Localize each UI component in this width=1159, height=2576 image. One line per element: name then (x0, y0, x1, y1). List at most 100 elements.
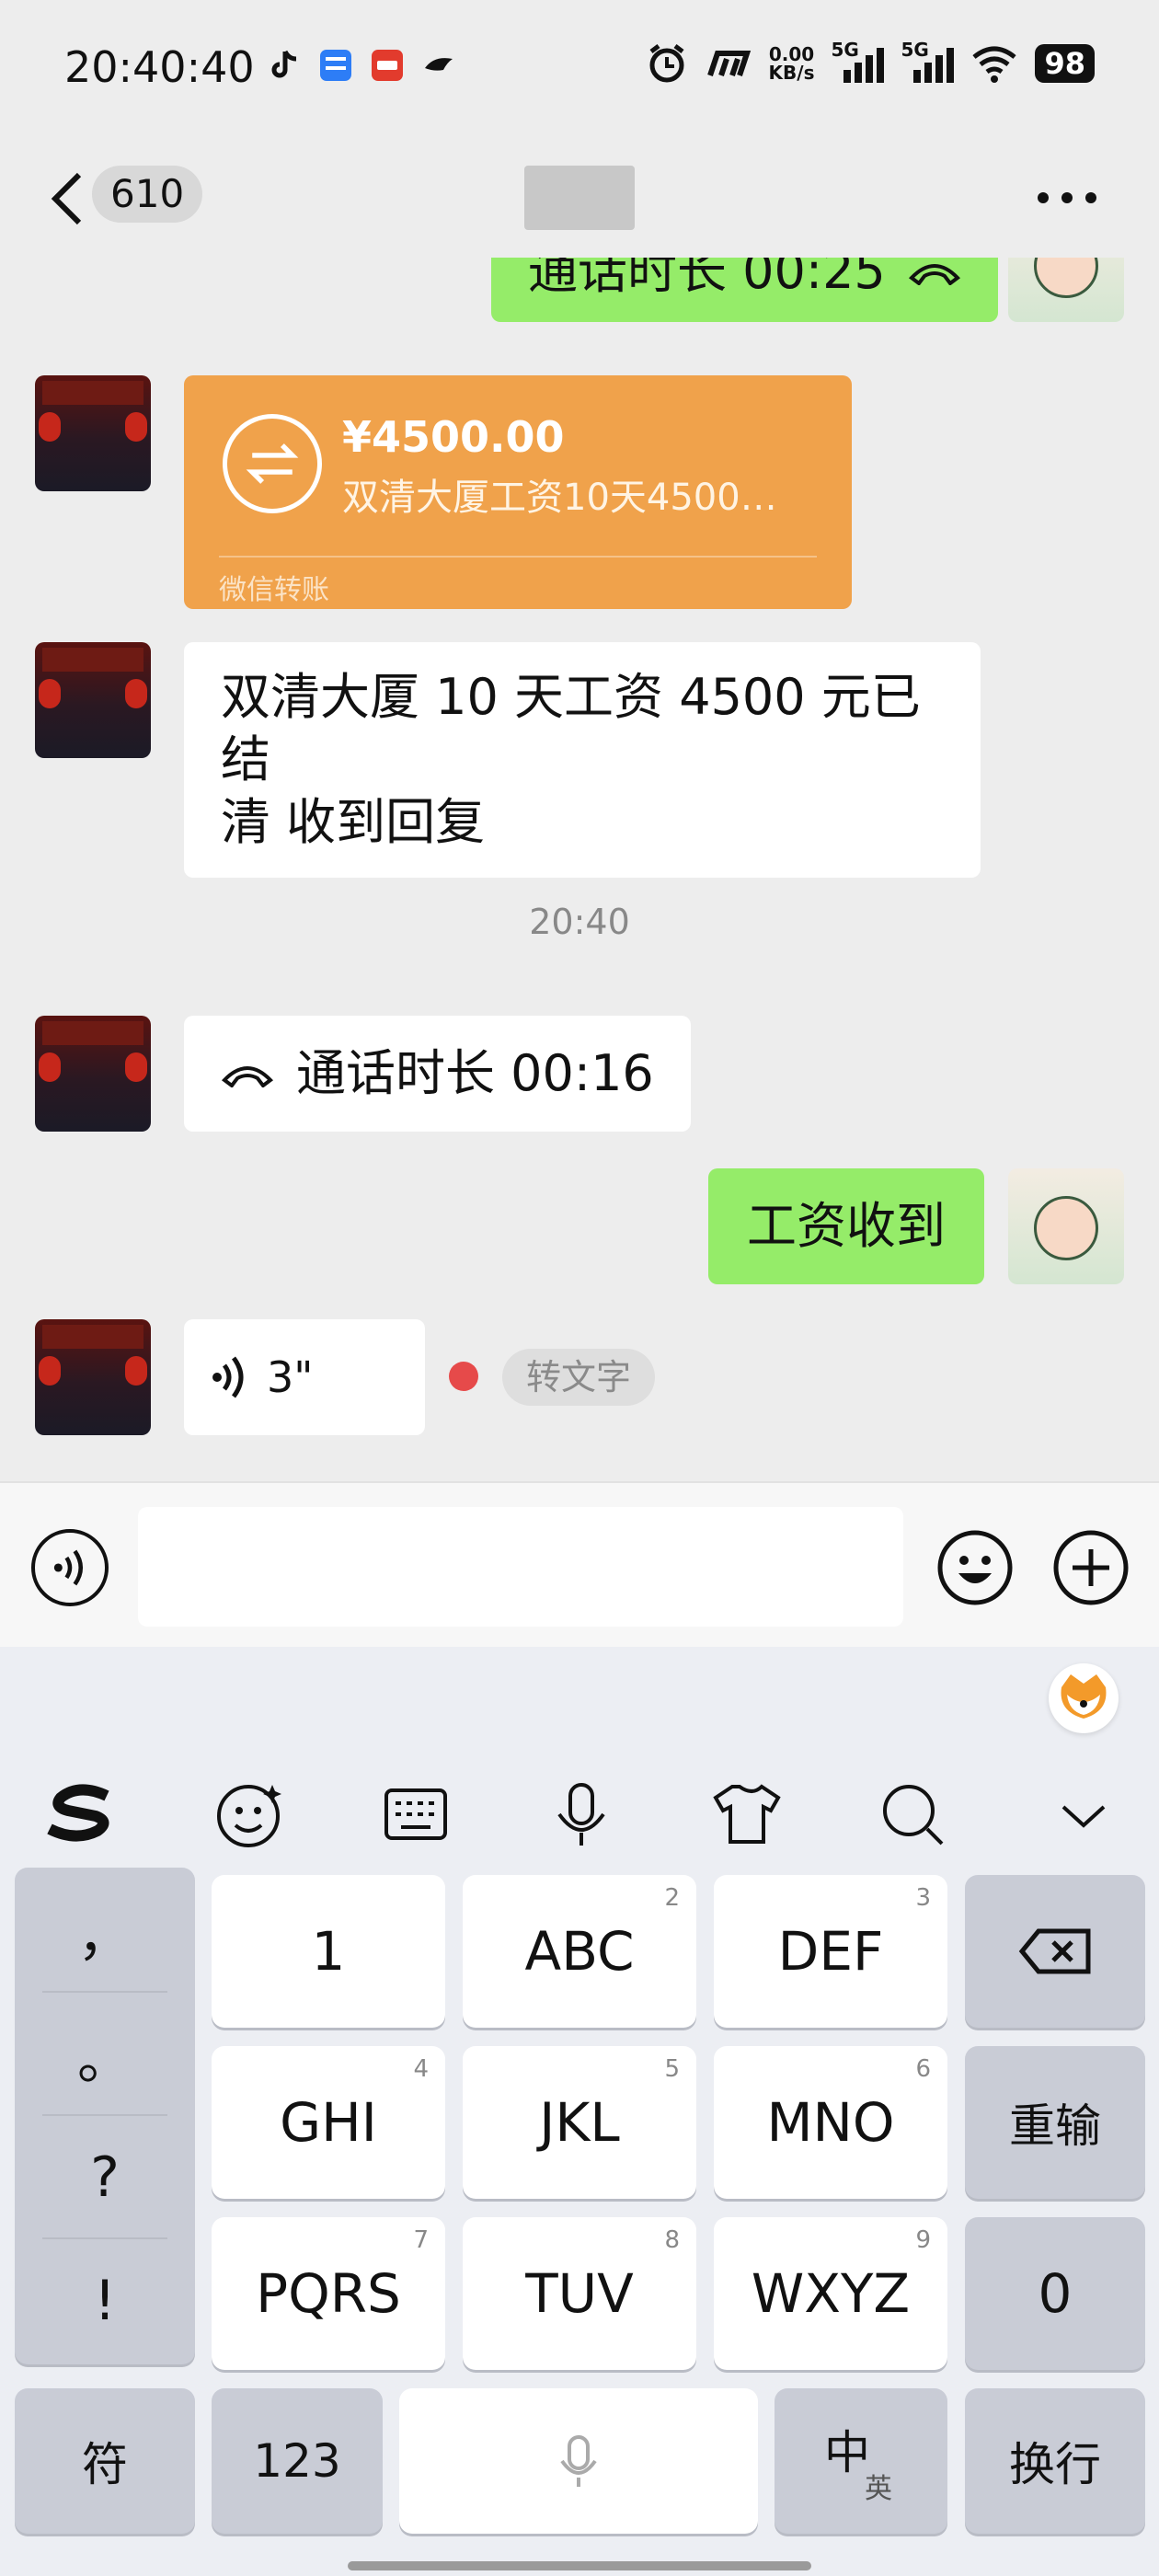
punct-key-exclaim[interactable]: ! (15, 2241, 195, 2361)
transfer-amount: ¥4500.00 (342, 412, 565, 462)
key-0[interactable]: 0 (965, 2217, 1145, 2370)
outgoing-text-bubble[interactable]: 工资收到 (708, 1168, 984, 1284)
punct-divider (42, 1991, 167, 1993)
carrier-logo-icon (706, 51, 751, 76)
reenter-key[interactable]: 重输 (965, 2046, 1145, 2199)
network-speed-unit: KB/s (768, 62, 815, 84)
key-label: WXYZ (751, 2262, 911, 2325)
shopping-app-icon (372, 50, 403, 81)
signal-label: 5G (831, 39, 859, 61)
lantern (125, 679, 147, 708)
keyboard-mascot-icon[interactable] (1049, 1663, 1119, 1733)
status-bar: 20:40:40 0.00 KB/s 5G 5G 98 (0, 0, 1159, 138)
voice-to-text-button[interactable]: 转文字 (502, 1349, 656, 1406)
punct-key-question[interactable]: ? (15, 2118, 195, 2237)
status-indicators: 0.00 KB/s 5G 5G 98 (646, 39, 1095, 85)
more-options-icon[interactable] (1030, 184, 1104, 212)
key-abc[interactable]: ABC 2 (463, 1875, 696, 2028)
message-text-line: 清 收到回复 (221, 793, 486, 851)
key-pqrs[interactable]: PQRS 7 (212, 2217, 445, 2370)
voice-message-bubble[interactable]: 3" (184, 1319, 425, 1435)
voice-wave-icon (212, 1356, 244, 1398)
key-label: DEF (777, 1920, 884, 1983)
key-wxyz[interactable]: WXYZ 9 (714, 2217, 947, 2370)
message-input[interactable] (138, 1507, 903, 1627)
chat-title-blurred (524, 166, 635, 230)
sogou-logo-icon[interactable] (42, 1776, 120, 1853)
punct-key-comma[interactable]: ， (15, 1871, 195, 1991)
key-jkl[interactable]: JKL 5 (463, 2046, 696, 2199)
key-number: 3 (915, 1884, 931, 1912)
contact-avatar[interactable] (35, 1319, 151, 1435)
tiktok-icon (271, 50, 297, 78)
symbol-key[interactable]: 符 (15, 2388, 195, 2534)
lantern (125, 1052, 147, 1082)
transfer-divider (219, 556, 817, 558)
notification-icons (267, 48, 456, 83)
alarm-icon (649, 44, 684, 83)
lantern (39, 679, 61, 708)
unread-count-badge[interactable]: 610 (92, 166, 203, 223)
lang-main-label: 中 (824, 2426, 870, 2479)
message-text: 工资收到 (747, 1197, 946, 1255)
key-label: PQRS (256, 2262, 401, 2325)
key-number: 4 (413, 2055, 429, 2083)
key-label: 换行 (1009, 2438, 1101, 2491)
plus-icon[interactable] (1052, 1529, 1130, 1606)
key-mno[interactable]: MNO 6 (714, 2046, 947, 2199)
key-label: GHI (280, 2091, 377, 2154)
lang-sub-label: 英 (865, 2473, 892, 2505)
my-avatar[interactable] (1008, 258, 1124, 322)
message-list[interactable]: 通话时长 00:25 ¥4500.00 双清大厦工资10天4500… 微信转账 … (0, 258, 1159, 1481)
chat-header: 610 (0, 138, 1159, 258)
ime-keyboard: ， 。 ? ! 1 ABC 2 DEF 3 GHI 4 JKL 5 MNO 6 重输 PQ… (0, 1647, 1159, 2576)
backspace-key[interactable] (965, 1875, 1145, 2028)
key-ghi[interactable]: GHI 4 (212, 2046, 445, 2199)
key-number: 5 (664, 2055, 680, 2083)
message-timestamp: 20:40 (529, 902, 630, 942)
numeric-key[interactable]: 123 (212, 2388, 383, 2534)
space-mic-icon (560, 2435, 597, 2487)
sticker-emoji-icon[interactable] (212, 1776, 289, 1853)
emoji-icon[interactable] (936, 1529, 1014, 1606)
voice-unread-dot (449, 1362, 478, 1391)
signal-label: 5G (901, 39, 929, 61)
key-tuv[interactable]: TUV 8 (463, 2217, 696, 2370)
microphone-icon[interactable] (543, 1776, 620, 1853)
battery-level: 98 (1035, 44, 1095, 83)
contact-avatar[interactable] (35, 1016, 151, 1132)
wechat-transfer-card[interactable]: ¥4500.00 双清大厦工资10天4500… 微信转账 (184, 375, 852, 609)
punctuation-column: ， 。 ? ! (15, 1868, 195, 2364)
key-number: 9 (915, 2226, 931, 2254)
key-def[interactable]: DEF 3 (714, 1875, 947, 2028)
home-indicator[interactable] (348, 2561, 811, 2570)
signal-5g-1: 5G (831, 39, 885, 85)
language-switch-key[interactable]: 中 英 (775, 2388, 947, 2534)
contact-avatar[interactable] (35, 642, 151, 758)
status-time: 20:40:40 (64, 42, 255, 92)
lantern (39, 1052, 61, 1082)
call-out-duration: 通话时长 00:25 (528, 258, 886, 300)
wifi-icon (972, 46, 1017, 83)
search-icon[interactable] (874, 1776, 951, 1853)
my-avatar[interactable] (1008, 1168, 1124, 1284)
avatar-sign (42, 1325, 143, 1349)
network-speed: 0.00 KB/s (769, 45, 815, 82)
keyboard-layout-icon[interactable] (377, 1776, 454, 1853)
voice-input-icon[interactable] (31, 1529, 109, 1606)
key-1[interactable]: 1 (212, 1875, 445, 2028)
key-label: 重输 (1009, 2099, 1101, 2153)
incoming-text-bubble[interactable]: 双清大厦 10 天工资 4500 元已结 清 收到回复 (184, 642, 981, 878)
space-key[interactable] (399, 2388, 758, 2534)
collapse-keyboard-icon[interactable] (1045, 1776, 1122, 1853)
call-in-bubble[interactable]: 通话时长 00:16 (184, 1016, 691, 1132)
backspace-icon (1018, 1928, 1091, 1974)
phone-hangup-icon (908, 264, 960, 285)
transfer-footer: 微信转账 (219, 574, 329, 606)
call-out-bubble[interactable]: 通话时长 00:25 (491, 258, 998, 322)
transfer-note: 双清大厦工资10天4500… (342, 477, 777, 519)
punct-key-period[interactable]: 。 (15, 1995, 195, 2114)
skin-shirt-icon[interactable] (708, 1776, 786, 1853)
contact-avatar[interactable] (35, 375, 151, 491)
enter-key[interactable]: 换行 (965, 2388, 1145, 2534)
